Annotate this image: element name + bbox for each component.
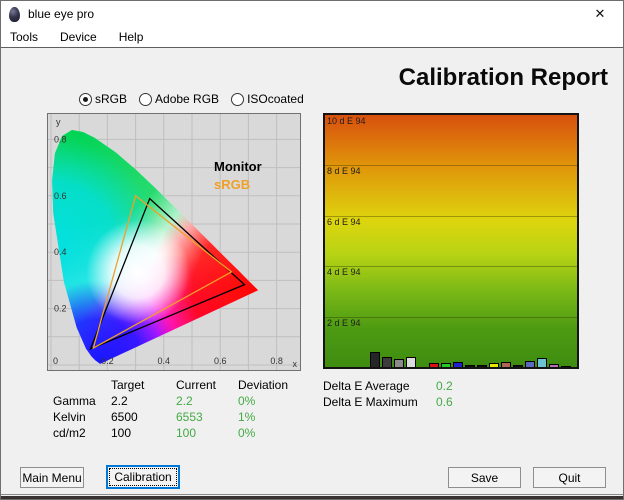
delta-e-bar — [453, 362, 463, 367]
table-header: Deviation — [238, 378, 289, 392]
table-cell-target: 6500 — [111, 410, 138, 424]
delta-e-bar — [465, 365, 475, 367]
delta-summary-label: Delta E Maximum — [323, 395, 418, 409]
svg-text:0.4: 0.4 — [158, 356, 171, 366]
svg-text:0.2: 0.2 — [54, 304, 67, 314]
table-cell-current: 100 — [176, 426, 197, 440]
gamut-legend: Monitor sRGB — [214, 159, 262, 192]
menu-item-tools[interactable]: Tools — [10, 28, 47, 46]
delta-e-gridline — [325, 165, 577, 167]
legend-label-monitor: Monitor — [214, 159, 262, 174]
table-header — [53, 378, 111, 394]
radio-label: sRGB — [95, 92, 128, 106]
main-menu-button[interactable]: Main Menu — [20, 467, 84, 488]
delta-summary-value: 0.2 — [436, 379, 453, 393]
table-cell-target: 2.2 — [111, 394, 128, 408]
save-button[interactable]: Save — [448, 467, 521, 488]
window-title: blue eye pro — [28, 7, 95, 21]
svg-text:0.4: 0.4 — [54, 247, 67, 257]
radio-option-adobe-rgb[interactable]: Adobe RGB — [139, 92, 219, 106]
radio-icon[interactable] — [79, 92, 92, 106]
svg-text:0.8: 0.8 — [54, 134, 67, 144]
delta-e-gridline-label: 8 d E 94 — [327, 166, 361, 177]
svg-text:0.6: 0.6 — [214, 356, 227, 366]
delta-e-chart: 10 d E 94 8 d E 94 6 d E 94 4 d E 94 2 d E 9… — [323, 113, 579, 369]
table-header: Current — [176, 378, 217, 392]
radio-option-srgb[interactable]: sRGB — [79, 92, 127, 106]
delta-e-gridline-label: 4 d E 94 — [327, 267, 361, 278]
menu-item-help[interactable]: Help — [119, 28, 153, 46]
delta-e-gridline-label: 6 d E 94 — [327, 216, 361, 227]
svg-text:0: 0 — [53, 356, 58, 366]
table-cell-deviation: 0% — [238, 394, 256, 408]
delta-e-bar — [513, 365, 523, 367]
close-icon[interactable]: ✕ — [577, 1, 623, 27]
delta-summary-row: Delta E Maximum 0.6 — [323, 395, 453, 411]
delta-e-bar — [394, 359, 404, 367]
table-cell-label: cd/m2 — [53, 426, 86, 440]
menu-item-device[interactable]: Device — [60, 28, 106, 46]
app-icon — [9, 6, 20, 22]
delta-summary-row: Delta E Average 0.2 — [323, 379, 453, 395]
delta-e-bar — [501, 362, 511, 367]
delta-e-bar — [489, 363, 499, 367]
app-window: blue eye pro ✕ Tools Device Help sRGB Adobe… — [0, 0, 624, 500]
delta-e-gridline-label: 2 d E 94 — [327, 317, 361, 328]
svg-text:y: y — [56, 117, 61, 127]
gamut-svg: 0.2 0.4 0.6 0.8 0 0.2 0.4 0.6 0.8 y x Monitor sRGB — [48, 114, 300, 370]
gamut-radio-group: sRGB Adobe RGB ISOcoated — [79, 92, 304, 106]
calibration-button[interactable]: Calibration — [106, 465, 180, 489]
title-bar: blue eye pro ✕ — [1, 1, 623, 27]
delta-e-gridline — [325, 316, 577, 318]
svg-text:0.8: 0.8 — [270, 356, 283, 366]
content-area: sRGB Adobe RGB ISOcoated Calibration Repor… — [1, 47, 623, 495]
table-cell-label: Kelvin — [53, 410, 86, 424]
table-cell-target: 100 — [111, 426, 132, 440]
radio-option-isocoated[interactable]: ISOcoated — [231, 92, 304, 106]
delta-e-gridline — [325, 215, 577, 217]
delta-e-gridline — [325, 266, 577, 268]
delta-e-bar — [382, 357, 392, 367]
results-table: Target Current Deviation Gamma 2.2 2.2 0% Kelvi… — [53, 378, 310, 442]
cie-horseshoe — [52, 129, 259, 364]
svg-text:0.2: 0.2 — [101, 356, 114, 366]
table-cell-deviation: 0% — [238, 426, 256, 440]
radio-icon[interactable] — [231, 92, 245, 106]
delta-e-summary: Delta E Average 0.2 Delta E Maximum 0.6 — [323, 379, 453, 411]
table-cell-current: 2.2 — [176, 394, 193, 408]
chromaticity-chart: 0.2 0.4 0.6 0.8 0 0.2 0.4 0.6 0.8 y x Monitor sRGB — [47, 113, 301, 371]
delta-summary-label: Delta E Average — [323, 379, 410, 393]
delta-e-bar — [549, 364, 559, 367]
page-title: Calibration Report — [398, 64, 608, 91]
quit-button[interactable]: Quit — [533, 467, 606, 488]
delta-e-gridline-label: 10 d E 94 — [327, 116, 366, 126]
delta-summary-value: 0.6 — [436, 395, 453, 409]
table-cell-current: 6553 — [176, 410, 203, 424]
table-cell-label: Gamma — [53, 394, 96, 408]
delta-e-bar — [537, 358, 547, 367]
delta-e-bar — [370, 352, 380, 367]
delta-e-bar — [525, 361, 535, 367]
delta-e-bar — [477, 365, 487, 367]
delta-e-bar — [406, 357, 416, 367]
svg-text:x: x — [293, 359, 298, 369]
svg-text:0.6: 0.6 — [54, 191, 67, 201]
delta-e-bar — [441, 363, 451, 367]
radio-label: Adobe RGB — [155, 92, 220, 106]
table-cell-deviation: 1% — [238, 410, 256, 424]
legend-label-srgb: sRGB — [214, 177, 250, 192]
radio-icon[interactable] — [139, 92, 153, 106]
radio-label: ISOcoated — [247, 92, 304, 106]
delta-e-bar — [561, 366, 571, 367]
delta-e-bar — [429, 363, 439, 367]
menu-bar: Tools Device Help — [1, 27, 623, 47]
table-header: Target — [111, 378, 145, 392]
